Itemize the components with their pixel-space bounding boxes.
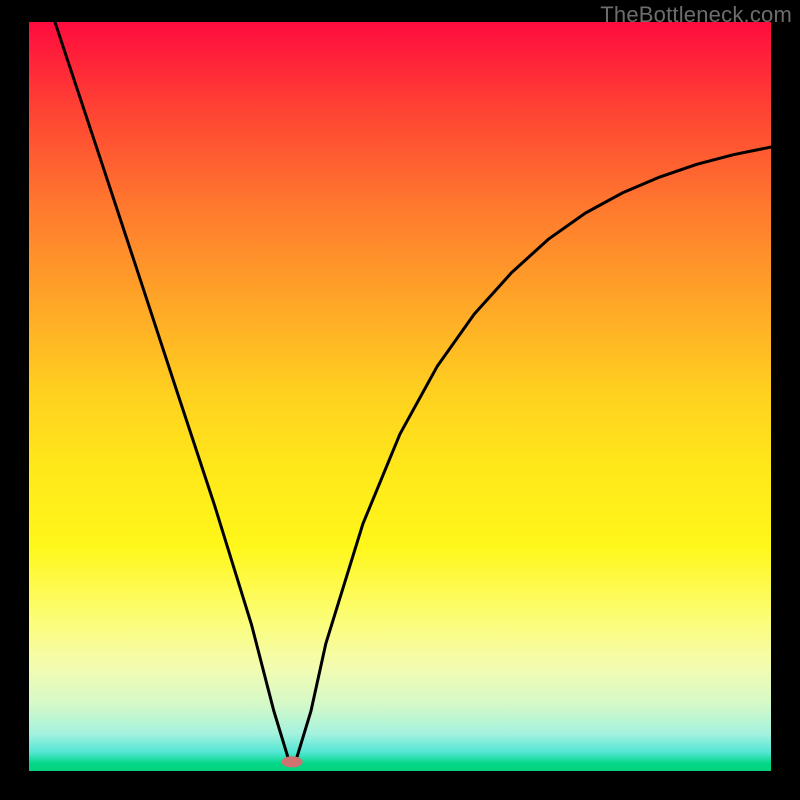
minimum-marker [282, 756, 303, 767]
frame: TheBottleneck.com [0, 0, 800, 800]
plot-area [29, 22, 771, 771]
watermark-text: TheBottleneck.com [600, 2, 792, 28]
bottleneck-curve [29, 22, 771, 771]
